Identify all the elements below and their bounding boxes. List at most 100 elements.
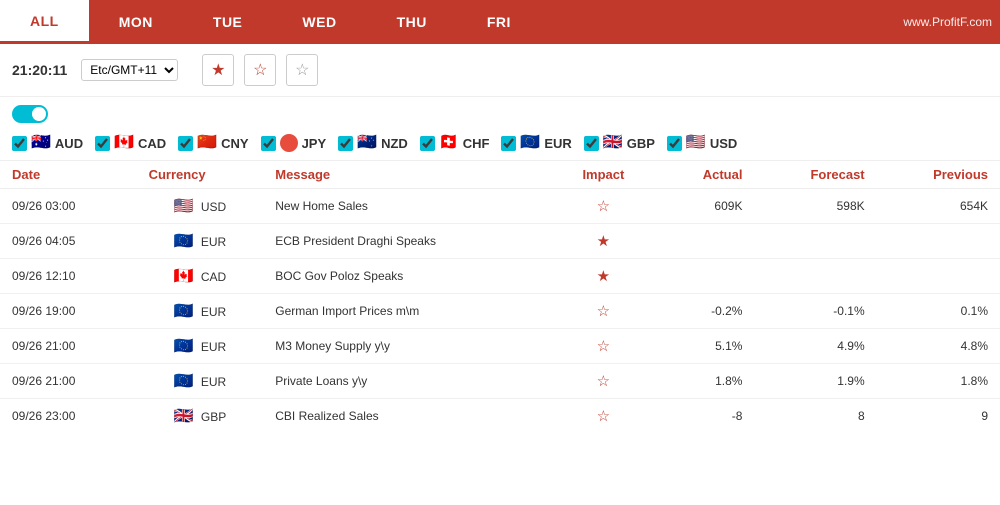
table-row: 09/26 21:00 🇪🇺 EUR Private Loans y\y ☆ 1… (0, 364, 1000, 399)
row-currency: USD (201, 200, 226, 214)
col-impact: Impact (552, 161, 655, 189)
cell-currency: 🇬🇧 GBP (137, 399, 264, 434)
col-currency: Currency (137, 161, 264, 189)
cell-date: 09/26 12:10 (0, 259, 137, 294)
row-flag: 🇪🇺 (174, 373, 194, 390)
cell-actual (655, 259, 755, 294)
tab-fri[interactable]: FRI (457, 0, 541, 44)
eur-flag: 🇪🇺 (520, 135, 540, 151)
chf-label: CHF (463, 136, 490, 151)
cell-date: 09/26 04:05 (0, 224, 137, 259)
cell-forecast (754, 259, 876, 294)
cell-message: Private Loans y\y (263, 364, 552, 399)
cell-impact: ☆ (552, 399, 655, 434)
usd-flag: 🇺🇸 (686, 135, 706, 151)
nzd-checkbox[interactable] (338, 136, 353, 151)
table-row: 09/26 12:10 🇨🇦 CAD BOC Gov Poloz Speaks … (0, 259, 1000, 294)
cell-message: New Home Sales (263, 189, 552, 224)
usd-label: USD (710, 136, 737, 151)
cell-date: 09/26 23:00 (0, 399, 137, 434)
cell-message: BOC Gov Poloz Speaks (263, 259, 552, 294)
chf-flag: 🇨🇭 (439, 135, 459, 151)
cell-message: German Import Prices m\m (263, 294, 552, 329)
chf-checkbox[interactable] (420, 136, 435, 151)
aud-flag: 🇦🇺 (31, 135, 51, 151)
impact-star-empty: ☆ (597, 303, 610, 320)
row-flag: 🇬🇧 (174, 408, 194, 425)
impact-star-empty: ☆ (597, 408, 610, 425)
row-flag: 🇨🇦 (174, 268, 194, 285)
cell-impact: ☆ (552, 329, 655, 364)
usd-checkbox[interactable] (667, 136, 682, 151)
impact-star-empty: ☆ (597, 338, 610, 355)
nzd-label: NZD (381, 136, 408, 151)
row-currency: EUR (201, 375, 226, 389)
cell-previous (877, 224, 1000, 259)
cny-label: CNY (221, 136, 248, 151)
row-currency: EUR (201, 235, 226, 249)
cell-previous: 654K (877, 189, 1000, 224)
cell-impact: ☆ (552, 294, 655, 329)
cell-actual: 1.8% (655, 364, 755, 399)
nzd-flag: 🇳🇿 (357, 135, 377, 151)
cell-impact: ★ (552, 259, 655, 294)
top-nav: ALL MON TUE WED THU FRI www.ProfitF.com (0, 0, 1000, 44)
aud-label: AUD (55, 136, 83, 151)
row-currency: EUR (201, 340, 226, 354)
impact-star-filled: ★ (597, 233, 610, 250)
currency-usd[interactable]: 🇺🇸 USD (667, 135, 737, 151)
currency-aud[interactable]: 🇦🇺 AUD (12, 135, 83, 151)
table-row: 09/26 21:00 🇪🇺 EUR M3 Money Supply y\y ☆… (0, 329, 1000, 364)
tab-tue[interactable]: TUE (183, 0, 273, 44)
eur-checkbox[interactable] (501, 136, 516, 151)
currency-jpy[interactable]: JPY (261, 134, 327, 152)
cell-previous: 9 (877, 399, 1000, 434)
row-flag: 🇪🇺 (174, 233, 194, 250)
tab-all[interactable]: ALL (0, 0, 89, 44)
cell-date: 09/26 21:00 (0, 329, 137, 364)
cell-date: 09/26 21:00 (0, 364, 137, 399)
cell-impact: ☆ (552, 189, 655, 224)
cell-forecast: 598K (754, 189, 876, 224)
cell-impact: ☆ (552, 364, 655, 399)
cell-forecast: 4.9% (754, 329, 876, 364)
tab-thu[interactable]: THU (367, 0, 457, 44)
cell-currency: 🇪🇺 EUR (137, 294, 264, 329)
cell-previous: 0.1% (877, 294, 1000, 329)
cell-date: 09/26 19:00 (0, 294, 137, 329)
cny-checkbox[interactable] (178, 136, 193, 151)
currency-eur[interactable]: 🇪🇺 EUR (501, 135, 571, 151)
row-flag: 🇪🇺 (174, 338, 194, 355)
cell-previous: 1.8% (877, 364, 1000, 399)
impact-star-filled: ★ (597, 268, 610, 285)
tab-mon[interactable]: MON (89, 0, 183, 44)
currency-cad[interactable]: 🇨🇦 CAD (95, 135, 166, 151)
timezone-select[interactable]: Etc/GMT+11 (81, 59, 178, 81)
cell-actual: 5.1% (655, 329, 755, 364)
time-display: 21:20:11 (12, 62, 67, 78)
cell-impact: ★ (552, 224, 655, 259)
toolbar: 21:20:11 Etc/GMT+11 ★ ☆ ☆ (0, 44, 1000, 97)
cell-message: M3 Money Supply y\y (263, 329, 552, 364)
table-row: 09/26 03:00 🇺🇸 USD New Home Sales ☆ 609K… (0, 189, 1000, 224)
toggle-switch[interactable] (12, 105, 48, 123)
currency-cny[interactable]: 🇨🇳 CNY (178, 135, 248, 151)
currency-chf[interactable]: 🇨🇭 CHF (420, 135, 490, 151)
currency-row: 🇦🇺 AUD 🇨🇦 CAD 🇨🇳 CNY JPY 🇳🇿 NZD 🇨🇭 CHF (12, 134, 988, 152)
table-row: 09/26 04:05 🇪🇺 EUR ECB President Draghi … (0, 224, 1000, 259)
col-message: Message (263, 161, 552, 189)
jpy-flag (280, 134, 298, 152)
cad-checkbox[interactable] (95, 136, 110, 151)
tab-wed[interactable]: WED (272, 0, 366, 44)
currency-gbp[interactable]: 🇬🇧 GBP (584, 135, 655, 151)
currency-nzd[interactable]: 🇳🇿 NZD (338, 135, 408, 151)
star-some-button[interactable]: ☆ (244, 54, 276, 86)
aud-checkbox[interactable] (12, 136, 27, 151)
jpy-checkbox[interactable] (261, 136, 276, 151)
gbp-checkbox[interactable] (584, 136, 599, 151)
star-all-button[interactable]: ★ (202, 54, 234, 86)
star-outline-button[interactable]: ☆ (286, 54, 318, 86)
table-row: 09/26 19:00 🇪🇺 EUR German Import Prices … (0, 294, 1000, 329)
cell-currency: 🇪🇺 EUR (137, 364, 264, 399)
cell-forecast: 1.9% (754, 364, 876, 399)
